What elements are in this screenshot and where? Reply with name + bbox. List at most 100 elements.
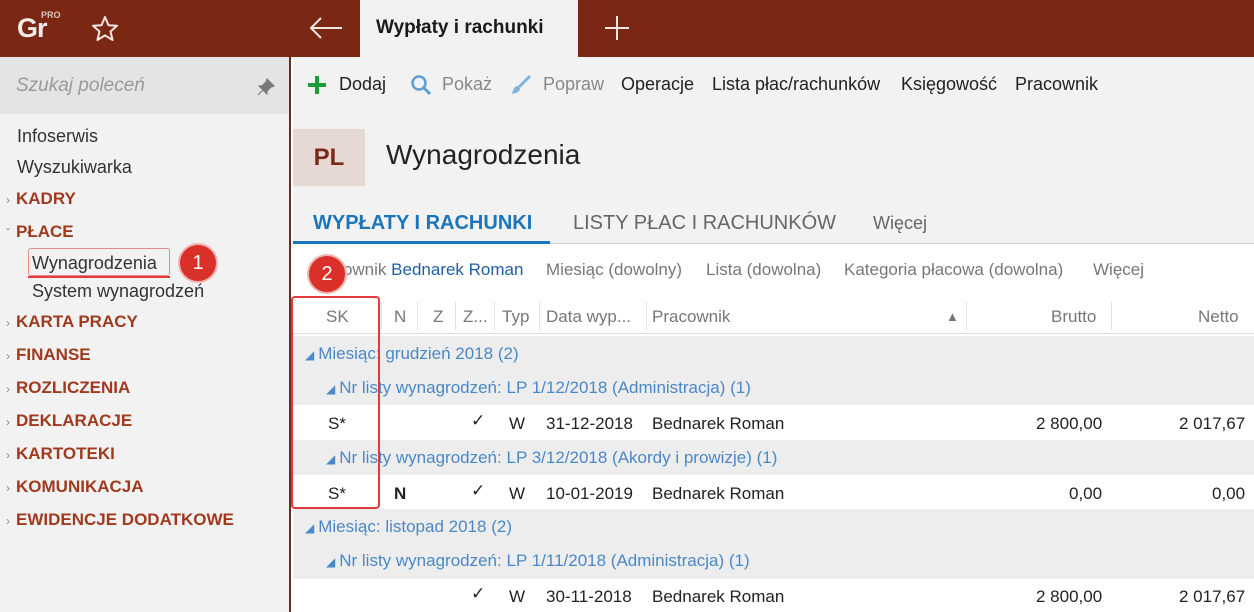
chevron-right-icon: ›: [6, 448, 10, 462]
section-label: DEKLARACJE: [16, 411, 133, 430]
favorites-star-icon[interactable]: [90, 14, 120, 44]
show-button[interactable]: Pokaż: [442, 74, 492, 95]
sidebar-item-infoserwis[interactable]: Infoserwis: [17, 126, 98, 147]
edit-button[interactable]: Popraw: [543, 74, 604, 95]
cell-date: 30-11-2018: [546, 587, 632, 606]
tab-wyplaty-i-rachunki[interactable]: Wypłaty i rachunki: [360, 0, 578, 57]
cell-employee: Bednarek Roman: [652, 484, 785, 503]
check-icon: ✓: [471, 411, 486, 430]
sidebar-section-deklaracje[interactable]: › DEKLARACJE: [6, 411, 132, 431]
tab-listy-plac[interactable]: LISTY PŁAC I RACHUNKÓW: [573, 212, 836, 235]
cell-brutto: 0,00: [1069, 484, 1103, 503]
page-title: Wynagrodzenia: [386, 139, 581, 170]
check-icon: ✓: [471, 584, 486, 603]
operations-menu[interactable]: Operacje: [621, 74, 694, 95]
column-brutto[interactable]: Brutto: [1051, 307, 1096, 327]
annotation-badge-1: 1: [178, 243, 218, 283]
sidebar-item-wyszukiwarka[interactable]: Wyszukiwarka: [17, 157, 132, 178]
column-z[interactable]: Z: [433, 307, 443, 327]
column-date[interactable]: Data wyp...: [546, 307, 631, 327]
cell-date: 10-01-2019: [546, 484, 633, 503]
sk-column-highlight: [291, 296, 380, 509]
column-n[interactable]: N: [394, 307, 406, 327]
command-search-row: [0, 57, 289, 114]
group-row-month[interactable]: ◢ Miesiąc: listopad 2018 (2): [293, 509, 1254, 543]
cell-n: N: [394, 484, 407, 503]
column-divider: [494, 302, 495, 330]
check-icon: ✓: [471, 481, 486, 500]
chevron-right-icon: ›: [6, 481, 10, 495]
chevron-right-icon: ›: [6, 349, 10, 363]
sidebar: Infoserwis Wyszukiwarka › KADRY ˇ PŁACE Wy…: [0, 57, 291, 612]
group-row-list[interactable]: ◢ Nr listy wynagrodzeń: LP 1/12/2018 (Adm…: [293, 370, 1254, 405]
column-divider: [455, 302, 456, 330]
chevron-right-icon: ›: [6, 514, 10, 528]
table-row[interactable]: ✓ W 30-11-2018 Bednarek Roman 2 800,00 2…: [293, 579, 1254, 612]
employee-menu[interactable]: Pracownik: [1015, 74, 1098, 95]
list-filter[interactable]: Lista (dowolna): [706, 260, 821, 280]
back-arrow-icon[interactable]: [306, 13, 346, 43]
section-label: EWIDENCJE DODATKOWE: [16, 510, 234, 529]
top-bar: Gr PRO Wypłaty i rachunki: [0, 0, 1254, 57]
column-employee[interactable]: Pracownik: [652, 307, 730, 327]
expand-triangle-icon: ◢: [326, 555, 336, 569]
sidebar-section-rozliczenia[interactable]: › ROZLICZENIA: [6, 378, 130, 398]
annotation-badge-2: 2: [307, 254, 347, 294]
cell-brutto: 2 800,00: [1036, 587, 1103, 606]
table-row[interactable]: S* ✓ W 31-12-2018 Bednarek Roman 2 800,0…: [293, 405, 1254, 440]
tab-label: Wypłaty i rachunki: [376, 17, 544, 38]
column-z2[interactable]: Z...: [463, 307, 488, 327]
cell-employee: Bednarek Roman: [652, 414, 785, 433]
section-label: FINANSE: [16, 345, 91, 364]
section-label: KADRY: [16, 189, 76, 208]
sidebar-item-system-wynagrodzen[interactable]: System wynagrodzeń: [32, 281, 204, 302]
sidebar-section-kadry[interactable]: › KADRY: [6, 189, 76, 209]
month-filter[interactable]: Miesiąc (dowolny): [546, 260, 682, 280]
sidebar-item-wynagrodzenia[interactable]: Wynagrodzenia: [32, 253, 157, 274]
accounting-menu[interactable]: Księgowość: [901, 74, 997, 95]
payroll-list-menu[interactable]: Lista płac/rachunków: [712, 74, 880, 95]
section-label: KARTA PRACY: [16, 312, 138, 331]
more-filters[interactable]: Więcej: [1093, 260, 1144, 280]
page-header: PL Wynagrodzenia: [293, 113, 1254, 203]
cell-employee: Bednarek Roman: [652, 587, 785, 606]
column-divider: [1111, 302, 1112, 330]
table-row[interactable]: S* N ✓ W 10-01-2019 Bednarek Roman 0,00 …: [293, 475, 1254, 509]
tab-more[interactable]: Więcej: [873, 213, 927, 234]
sidebar-section-ewidencje-dodatkowe[interactable]: › EWIDENCJE DODATKOWE: [6, 510, 234, 530]
command-search-input[interactable]: [16, 74, 236, 98]
pin-icon[interactable]: [256, 77, 276, 97]
new-tab-plus-icon[interactable]: [602, 13, 632, 43]
column-typ[interactable]: Typ: [502, 307, 529, 327]
app-logo[interactable]: Gr PRO: [0, 0, 72, 57]
group-label: ◢ Nr listy wynagrodzeń: LP 1/11/2018 (Adm…: [326, 551, 750, 570]
sidebar-section-place[interactable]: ˇ PŁACE: [6, 222, 74, 242]
cell-netto: 2 017,67: [1179, 414, 1246, 433]
sidebar-section-finanse[interactable]: › FINANSE: [6, 345, 91, 365]
section-label: PŁACE: [16, 222, 74, 241]
group-label: ◢ Nr listy wynagrodzeń: LP 3/12/2018 (Ako…: [326, 448, 778, 467]
group-row-list[interactable]: ◢ Nr listy wynagrodzeń: LP 1/11/2018 (Adm…: [293, 543, 1254, 579]
grid-column-header: SK N Z Z... Typ Data wyp... Pracownik ▲ …: [293, 298, 1254, 334]
chevron-down-icon: ˇ: [6, 226, 10, 240]
toolbar: Dodaj Pokaż Popraw Operacje Lista płac/r…: [293, 57, 1254, 113]
column-netto[interactable]: Netto: [1198, 307, 1239, 327]
view-tabs: WYPŁATY I RACHUNKI LISTY PŁAC I RACHUNKÓ…: [293, 203, 1254, 244]
sidebar-section-komunikacja[interactable]: › KOMUNIKACJA: [6, 477, 144, 497]
cell-typ: W: [509, 484, 526, 503]
group-row-list[interactable]: ◢ Nr listy wynagrodzeń: LP 3/12/2018 (Ako…: [293, 440, 1254, 475]
group-row-month[interactable]: ◢ Miesiąc: grudzień 2018 (2): [293, 336, 1254, 370]
add-button[interactable]: Dodaj: [339, 74, 386, 95]
section-label: KOMUNIKACJA: [16, 477, 144, 496]
chevron-right-icon: ›: [6, 193, 10, 207]
sidebar-section-kartoteki[interactable]: › KARTOTEKI: [6, 444, 115, 464]
cell-date: 31-12-2018: [546, 414, 633, 433]
cell-typ: W: [509, 587, 526, 606]
chevron-right-icon: ›: [6, 382, 10, 396]
search-icon: [410, 74, 432, 96]
sort-ascending-icon: ▲: [946, 309, 959, 324]
category-filter[interactable]: Kategoria płacowa (dowolna): [844, 260, 1063, 280]
sidebar-section-karta-pracy[interactable]: › KARTA PRACY: [6, 312, 138, 332]
expand-triangle-icon: ◢: [305, 521, 315, 535]
tab-wyplaty-i-rachunki-view[interactable]: WYPŁATY I RACHUNKI: [313, 212, 532, 235]
